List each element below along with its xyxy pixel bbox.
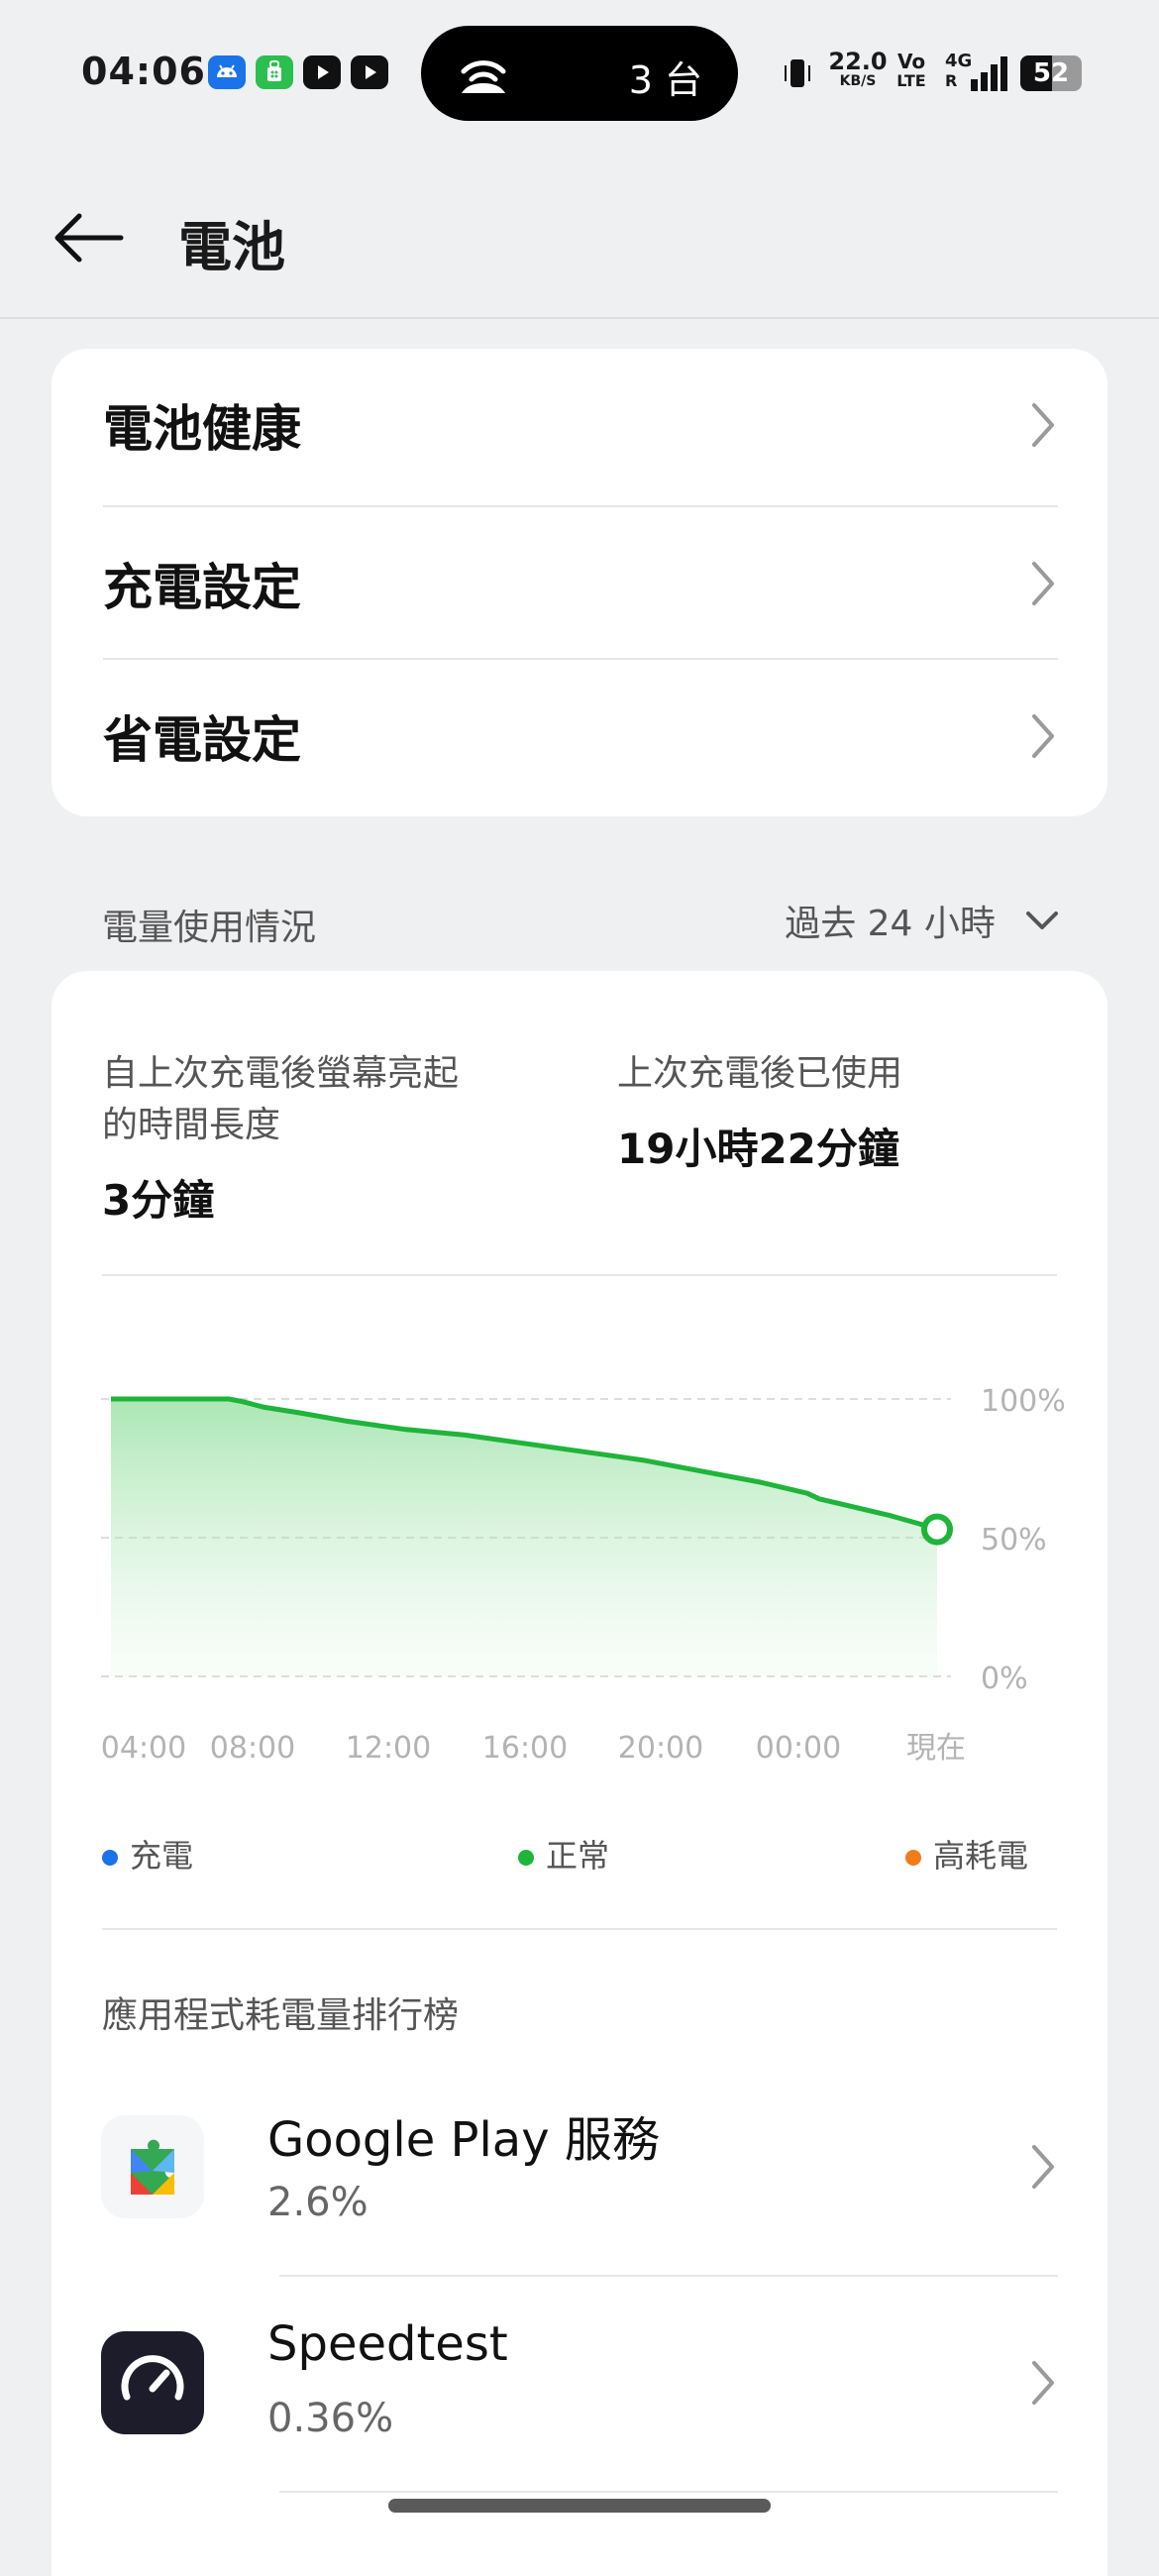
home-indicator[interactable] — [388, 2499, 771, 2513]
y-tick-label: 0% — [981, 1662, 1028, 1696]
legend-label: 充電 — [130, 1837, 194, 1875]
chevron-right-icon — [1032, 2145, 1054, 2189]
ranking-title: 應用程式耗電量排行榜 — [102, 1995, 460, 2036]
x-tick-label: 16:00 — [482, 1731, 568, 1766]
chart-area — [111, 1396, 953, 1676]
y-tick-label: 100% — [981, 1384, 1066, 1419]
chevron-right-icon — [1032, 2361, 1054, 2405]
series-area — [111, 1399, 937, 1676]
app-row-google-play-services[interactable]: Google Play 服務 2.6% — [52, 2059, 1107, 2275]
app-name: Google Play 服務 — [267, 2112, 660, 2168]
x-tick-label: 04:00 — [101, 1731, 186, 1766]
divider — [102, 1928, 1057, 1930]
app-usage-percent: 0.36% — [267, 2396, 394, 2441]
x-tick-label: 12:00 — [346, 1731, 431, 1766]
chart-y-labels: 100% 50% 0% — [981, 1384, 1066, 1696]
legend-high-drain: 高耗電 — [905, 1831, 1028, 1877]
legend-dot — [518, 1850, 534, 1866]
legend-dot — [905, 1850, 921, 1866]
x-tick-label: 00:00 — [756, 1731, 841, 1766]
y-tick-label: 50% — [981, 1523, 1047, 1557]
legend-charging: 充電 — [102, 1831, 193, 1877]
app-row-speedtest[interactable]: Speedtest 0.36% — [52, 2275, 1107, 2491]
x-tick-label: 現在 — [906, 1731, 966, 1766]
app-name: Speedtest — [267, 2316, 508, 2372]
legend-label: 高耗電 — [933, 1837, 1029, 1875]
current-level-marker — [921, 1513, 953, 1546]
divider — [279, 2491, 1058, 2493]
legend-normal: 正常 — [518, 1831, 609, 1877]
legend-dot — [102, 1850, 118, 1866]
google-play-services-icon — [101, 2115, 204, 2218]
x-tick-label: 20:00 — [618, 1731, 703, 1766]
x-tick-label: 08:00 — [210, 1731, 295, 1766]
chart-x-labels: 04:00 08:00 12:00 16:00 20:00 00:00 現在 — [101, 1731, 966, 1766]
legend-label: 正常 — [546, 1837, 610, 1875]
app-usage-percent: 2.6% — [267, 2180, 369, 2225]
speedtest-icon — [101, 2331, 204, 2434]
